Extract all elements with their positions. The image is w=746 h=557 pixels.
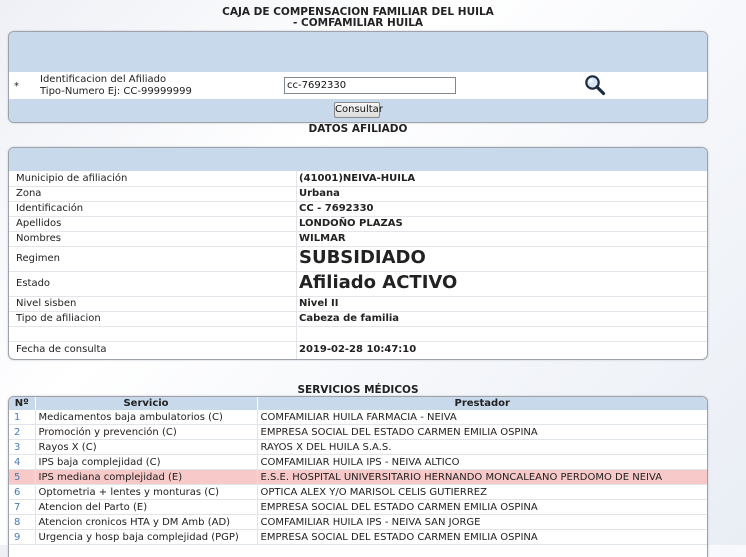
required-mark: * bbox=[14, 81, 19, 92]
regimen-label: Regimen bbox=[16, 253, 61, 264]
row-servicio: Promoción y prevención (C) bbox=[34, 424, 257, 440]
table-row: 6 Optometria + lentes y monturas (C) OPT… bbox=[9, 484, 707, 500]
municipio-value: (41001)NEIVA-HUILA bbox=[299, 173, 416, 184]
row-number: 6 bbox=[9, 484, 35, 500]
table-row: 9 Urgencia y hosp baja complejidad (PGP)… bbox=[9, 529, 707, 545]
consulta-form-row: * Identificacion del Afiliado Tipo-Numer… bbox=[9, 72, 707, 99]
row-prestador: COMFAMILIAR HUILA IPS - NEIVA ALTICO bbox=[256, 454, 707, 470]
datos-afiliado-title: DATOS AFILIADO bbox=[308, 123, 408, 135]
datos-band bbox=[9, 148, 707, 171]
row-number: 5 bbox=[9, 469, 35, 485]
consultar-button[interactable]: Consultar bbox=[334, 102, 383, 118]
apellidos-label: Apellidos bbox=[16, 218, 62, 229]
row-servicio: Rayos X (C) bbox=[34, 439, 257, 455]
table-row: 4 IPS baja complejidad (C) COMFAMILIAR H… bbox=[9, 454, 707, 470]
datos-row-fecha-consulta: Fecha de consulta 2019-02-28 10:47:10 bbox=[9, 341, 707, 358]
zona-label: Zona bbox=[16, 188, 42, 199]
municipio-label: Municipio de afiliación bbox=[16, 173, 128, 184]
identificacion-row-label: Identificación bbox=[16, 203, 84, 214]
table-row-highlighted: 5 IPS mediana complejidad (E) E.S.E. HOS… bbox=[9, 469, 707, 485]
row-number: 1 bbox=[9, 410, 35, 425]
tipo-afiliacion-label: Tipo de afiliacion bbox=[16, 313, 101, 324]
datos-row-estado: Estado Afiliado ACTIVO bbox=[9, 271, 707, 297]
nombres-value: WILMAR bbox=[299, 233, 346, 244]
table-row: 3 Rayos X (C) RAYOS X DEL HUILA S.A.S. bbox=[9, 439, 707, 455]
row-servicio: IPS baja complejidad (C) bbox=[34, 454, 257, 470]
tipo-afiliacion-value: Cabeza de familia bbox=[299, 313, 400, 324]
row-prestador: COMFAMILIAR HUILA IPS - NEIVA SAN JORGE bbox=[256, 514, 707, 530]
row-prestador: COMFAMILIAR HUILA FARMACIA - NEIVA bbox=[256, 410, 707, 425]
consulta-panel: * Identificacion del Afiliado Tipo-Numer… bbox=[8, 31, 708, 123]
search-icon[interactable] bbox=[584, 74, 606, 96]
datos-row-nivel-sisben: Nivel sisben Nivel II bbox=[9, 296, 707, 312]
row-servicio: Medicamentos baja ambulatorios (C) bbox=[34, 410, 257, 425]
datos-row-regimen: Regimen SUBSIDIADO bbox=[9, 246, 707, 272]
row-prestador: EMPRESA SOCIAL DEL ESTADO CARMEN EMILIA … bbox=[256, 529, 707, 545]
servicios-medicos-title: SERVICIOS MÉDICOS bbox=[297, 384, 419, 396]
nivel-sisben-value: Nivel II bbox=[299, 298, 339, 309]
datos-row-municipio: Municipio de afiliación (41001)NEIVA-HUI… bbox=[9, 171, 707, 187]
row-servicio: Atencion cronicos HTA y DM Amb (AD) bbox=[34, 514, 257, 530]
identificacion-input[interactable] bbox=[284, 77, 456, 94]
estado-value: Afiliado ACTIVO bbox=[299, 272, 458, 293]
row-prestador: E.S.E. HOSPITAL UNIVERSITARIO HERNANDO M… bbox=[256, 469, 707, 485]
row-number: 3 bbox=[9, 439, 35, 455]
row-servicio: Optometria + lentes y monturas (C) bbox=[34, 484, 257, 500]
datos-row-identificacion: Identificación CC - 7692330 bbox=[9, 201, 707, 217]
zona-value: Urbana bbox=[299, 188, 340, 199]
nivel-sisben-label: Nivel sisben bbox=[16, 298, 77, 309]
org-title-line2: - COMFAMILIAR HUILA bbox=[292, 17, 424, 29]
row-number: 4 bbox=[9, 454, 35, 470]
identificacion-label: Identificacion del Afiliado Tipo-Numero … bbox=[40, 74, 192, 98]
datos-row-nombres: Nombres WILMAR bbox=[9, 231, 707, 247]
regimen-value: SUBSIDIADO bbox=[299, 247, 426, 268]
row-prestador: EMPRESA SOCIAL DEL ESTADO CARMEN EMILIA … bbox=[256, 424, 707, 440]
apellidos-value: LONDOÑO PLAZAS bbox=[299, 218, 403, 229]
row-servicio: Urgencia y hosp baja complejidad (PGP) bbox=[34, 529, 257, 545]
identificacion-label-line2: Tipo-Numero Ej: CC-99999999 bbox=[40, 86, 192, 97]
table-row: 2 Promoción y prevención (C) EMPRESA SOC… bbox=[9, 424, 707, 440]
row-prestador: RAYOS X DEL HUILA S.A.S. bbox=[256, 439, 707, 455]
col-header-prestador: Prestador bbox=[257, 397, 707, 410]
consulta-top-band bbox=[9, 32, 707, 72]
datos-row-zona: Zona Urbana bbox=[9, 186, 707, 202]
row-number: 2 bbox=[9, 424, 35, 440]
table-row: 1 Medicamentos baja ambulatorios (C) COM… bbox=[9, 410, 707, 425]
row-servicio: IPS mediana complejidad (E) bbox=[34, 469, 257, 485]
datos-afiliado-panel: Municipio de afiliación (41001)NEIVA-HUI… bbox=[8, 147, 708, 360]
fecha-consulta-value: 2019-02-28 10:47:10 bbox=[299, 344, 417, 355]
datos-row-tipo-afiliacion: Tipo de afiliacion Cabeza de familia bbox=[9, 311, 707, 327]
table-row: 8 Atencion cronicos HTA y DM Amb (AD) CO… bbox=[9, 514, 707, 530]
row-prestador: OPTICA ALEX Y/O MARISOL CELIS GUTIERREZ bbox=[256, 484, 707, 500]
row-prestador: EMPRESA SOCIAL DEL ESTADO CARMEN EMILIA … bbox=[256, 499, 707, 515]
servicios-panel: Nº Servicio Prestador 1 Medicamentos baj… bbox=[8, 396, 708, 557]
row-number: 9 bbox=[9, 529, 35, 545]
estado-label: Estado bbox=[16, 278, 51, 289]
datos-row-apellidos: Apellidos LONDOÑO PLAZAS bbox=[9, 216, 707, 232]
servicios-header-row: Nº Servicio Prestador bbox=[9, 397, 707, 410]
row-number: 8 bbox=[9, 514, 35, 530]
identificacion-value: CC - 7692330 bbox=[299, 203, 374, 214]
col-header-servicio: Servicio bbox=[35, 397, 258, 410]
nombres-label: Nombres bbox=[16, 233, 61, 244]
servicios-table: Nº Servicio Prestador 1 Medicamentos baj… bbox=[9, 397, 707, 545]
row-number: 7 bbox=[9, 499, 35, 515]
identificacion-label-line1: Identificacion del Afiliado bbox=[40, 74, 167, 85]
datos-row-empty bbox=[9, 326, 707, 342]
col-header-numero: Nº bbox=[9, 397, 36, 410]
row-servicio: Atencion del Parto (E) bbox=[34, 499, 257, 515]
fecha-consulta-label: Fecha de consulta bbox=[16, 344, 107, 355]
table-row: 7 Atencion del Parto (E) EMPRESA SOCIAL … bbox=[9, 499, 707, 515]
